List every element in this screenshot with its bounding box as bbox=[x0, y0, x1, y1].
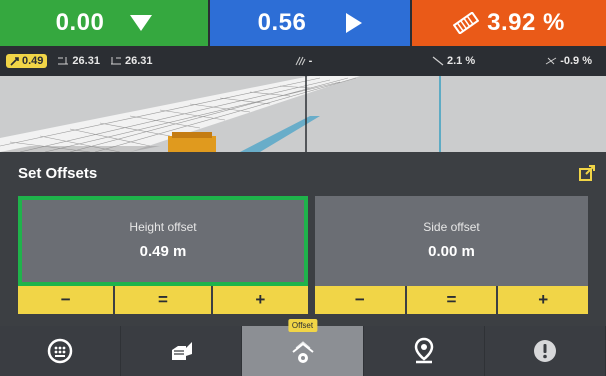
map-pin-icon bbox=[414, 337, 433, 364]
set-offsets-panel: Set Offsets Height offset 0.49 m − = + S… bbox=[0, 152, 606, 326]
keypad-icon bbox=[47, 338, 73, 364]
left-height-icon bbox=[58, 57, 69, 65]
side-offset-increase-button[interactable]: + bbox=[498, 286, 589, 314]
offset-icon bbox=[10, 57, 19, 66]
slope-indicator[interactable]: 3.92 % 2.1 % -0.9 % bbox=[410, 0, 606, 76]
side-offset-label: Side offset bbox=[423, 220, 480, 234]
slope-hatch: - bbox=[294, 55, 313, 67]
height-offset-card[interactable]: Height offset 0.49 m bbox=[18, 196, 308, 286]
offset-button[interactable]: Offset bbox=[242, 319, 364, 376]
left-height: 26.31 bbox=[57, 55, 100, 67]
right-triangle-icon bbox=[346, 13, 363, 33]
height-offset-controls: − = + bbox=[18, 286, 308, 314]
machine-bucket-icon bbox=[172, 342, 193, 360]
alerts-button[interactable] bbox=[485, 326, 606, 376]
grade-slope-icon bbox=[453, 12, 480, 34]
keypad-button[interactable] bbox=[0, 326, 122, 376]
height-offset-increase-button[interactable]: + bbox=[212, 286, 308, 314]
bottom-toolbar: Offset bbox=[0, 319, 606, 376]
cross-slope-value: 2.1 % bbox=[447, 55, 476, 67]
height-offset-value: 0.49 m bbox=[139, 243, 187, 260]
height-offset-reset-button[interactable]: = bbox=[115, 286, 211, 314]
cross-slope-icon bbox=[432, 56, 444, 66]
hatch-slope-value: - bbox=[308, 55, 313, 67]
slope-value: 3.92 % bbox=[487, 9, 565, 36]
cut-fill-indicator[interactable]: 0.00 0.49 26.31 26.31 bbox=[0, 0, 208, 76]
side-offset-reset-button[interactable]: = bbox=[406, 286, 497, 314]
height-offset-label: Height offset bbox=[129, 220, 197, 234]
machine-button[interactable] bbox=[121, 326, 243, 376]
status-bar: 0.00 0.49 26.31 26.31 0.56 - 3.92 % 2.1 … bbox=[0, 0, 606, 76]
main-slope-value: -0.9 % bbox=[560, 55, 592, 67]
panel-title: Set Offsets bbox=[18, 165, 98, 182]
design-3d-view[interactable] bbox=[0, 76, 606, 152]
side-distance-indicator[interactable]: 0.56 - bbox=[208, 0, 410, 76]
right-height-value: 26.31 bbox=[124, 55, 153, 67]
offset-badge: 0.49 bbox=[6, 54, 48, 68]
left-height-value: 26.31 bbox=[72, 55, 100, 67]
location-button[interactable] bbox=[364, 326, 485, 376]
main-slope-icon bbox=[545, 57, 557, 65]
side-offset-decrease-button[interactable]: − bbox=[315, 286, 405, 314]
main-slope: -0.9 % bbox=[545, 55, 592, 67]
road-surface-graphic bbox=[0, 76, 606, 152]
alert-icon bbox=[533, 340, 556, 362]
offset-icon bbox=[291, 341, 314, 363]
side-offset-card[interactable]: Side offset 0.00 m bbox=[315, 196, 588, 286]
side-offset-controls: − = + bbox=[315, 286, 589, 314]
cut-fill-value: 0.00 bbox=[55, 9, 105, 36]
hatch-slope-icon bbox=[295, 56, 306, 66]
height-offset-decrease-button[interactable]: − bbox=[18, 286, 114, 314]
offset-tooltip: Offset bbox=[287, 319, 318, 332]
right-height: 26.31 bbox=[110, 55, 153, 67]
fill-down-triangle-icon bbox=[130, 15, 153, 31]
offset-badge-value: 0.49 bbox=[22, 55, 44, 67]
side-offset-value: 0.00 m bbox=[428, 243, 475, 260]
cross-slope: 2.1 % bbox=[432, 55, 475, 67]
right-height-icon bbox=[110, 57, 121, 65]
open-external-icon[interactable] bbox=[578, 164, 596, 182]
side-distance-value: 0.56 bbox=[257, 9, 307, 36]
